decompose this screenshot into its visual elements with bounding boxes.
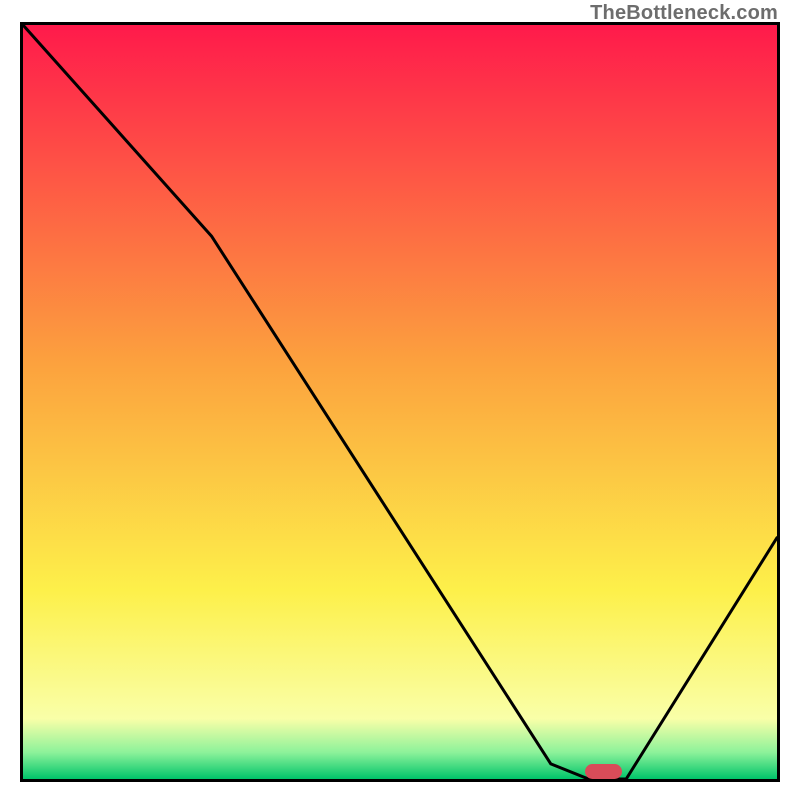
optimum-marker [585,764,623,779]
chart-curve [23,25,777,779]
chart-frame [20,22,780,782]
